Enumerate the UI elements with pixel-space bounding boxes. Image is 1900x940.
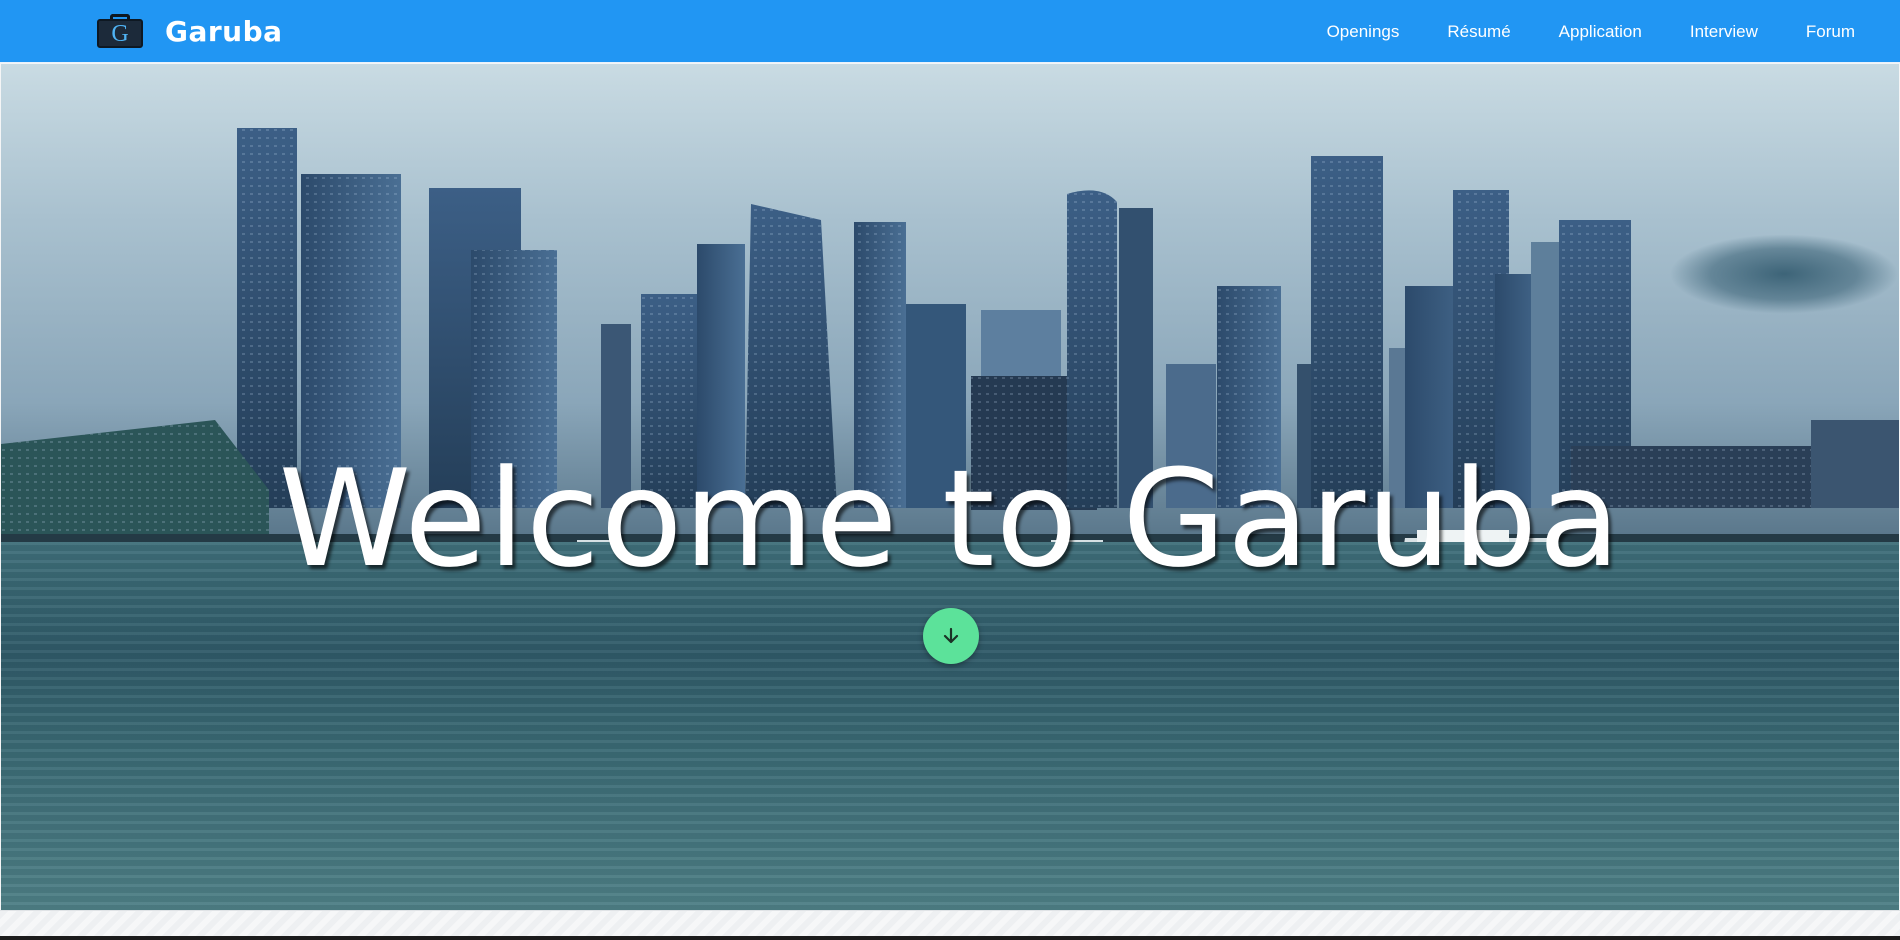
brand-logo-letter: G	[111, 21, 129, 47]
top-navbar: G Garuba Openings Résumé Application Int…	[0, 0, 1900, 63]
brand-name: Garuba	[165, 14, 283, 48]
nav-link-application[interactable]: Application	[1559, 22, 1642, 42]
nav-link-interview[interactable]: Interview	[1690, 22, 1758, 42]
bottom-edge-line	[0, 936, 1900, 940]
brand-link[interactable]: G Garuba	[97, 14, 283, 48]
nav-link-openings[interactable]: Openings	[1327, 22, 1400, 42]
arrow-down-icon	[943, 627, 959, 644]
briefcase-icon: G	[97, 14, 145, 48]
nav-link-forum[interactable]: Forum	[1806, 22, 1855, 42]
hero-section: Welcome to Garuba	[1, 64, 1899, 910]
hero-title: Welcome to Garuba	[278, 441, 1622, 597]
nav-link-resume[interactable]: Résumé	[1447, 22, 1510, 42]
water-reflection	[1, 542, 1899, 910]
scroll-down-button[interactable]	[923, 608, 979, 664]
nav-links: Openings Résumé Application Interview Fo…	[1279, 0, 1855, 63]
